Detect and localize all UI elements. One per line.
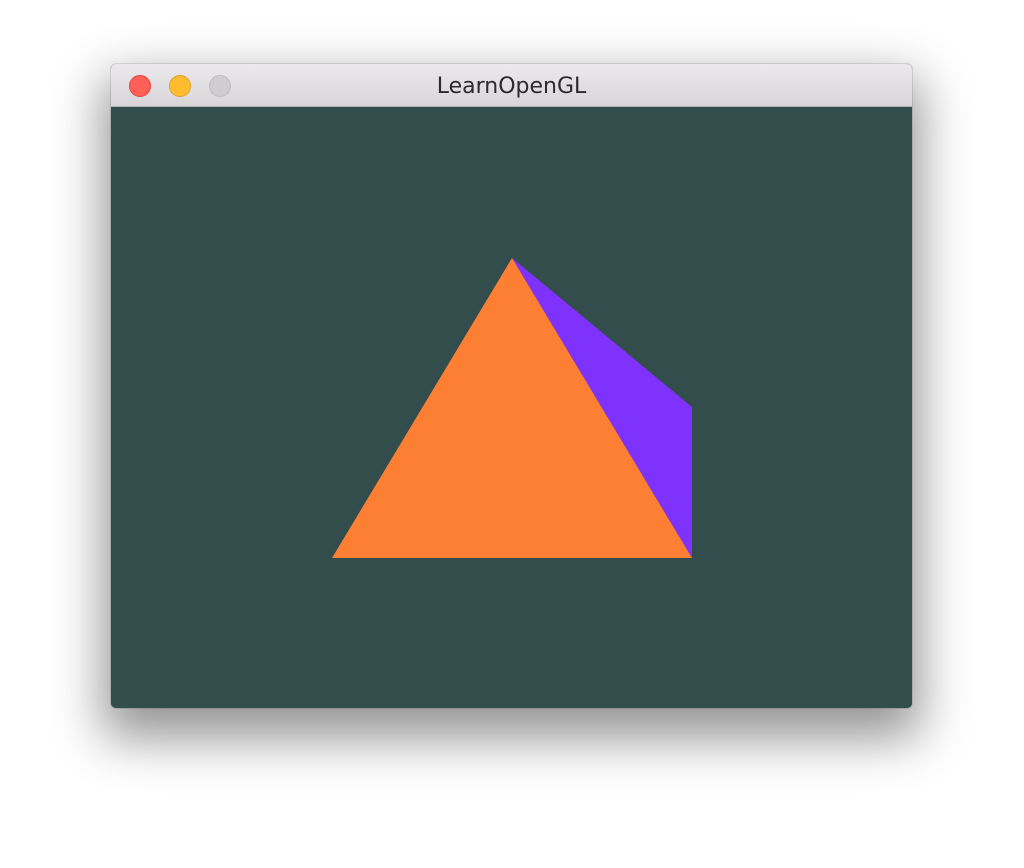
- app-window: LearnOpenGL: [111, 64, 912, 708]
- title-bar[interactable]: LearnOpenGL: [111, 64, 912, 107]
- gl-viewport[interactable]: [111, 107, 912, 708]
- gl-canvas: [111, 107, 912, 708]
- window-title: LearnOpenGL: [436, 74, 587, 99]
